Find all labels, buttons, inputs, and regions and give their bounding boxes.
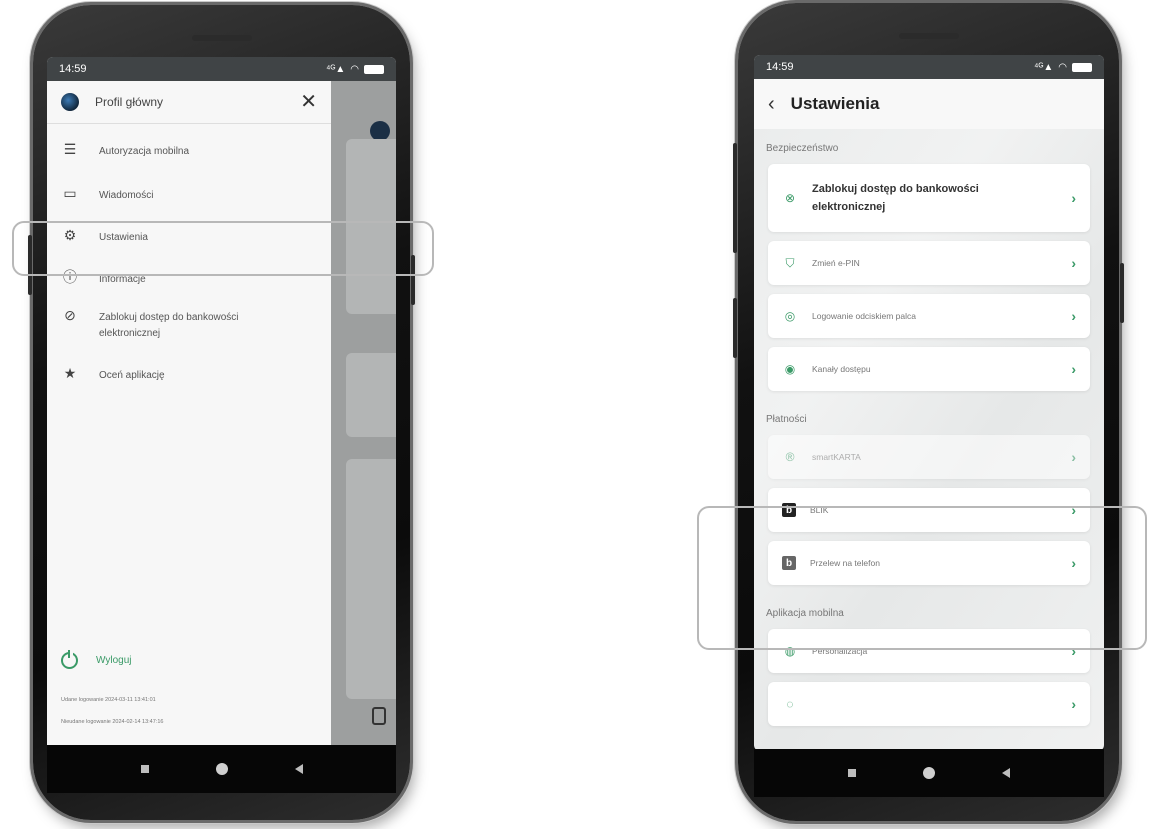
- recent-apps-icon[interactable]: [847, 769, 856, 777]
- top-app-bar: ‹ Ustawienia: [754, 79, 1104, 129]
- battery-icon: [364, 64, 384, 74]
- power-button: [1120, 263, 1124, 323]
- message-icon: ▭: [63, 184, 77, 201]
- access-channels-icon: ◉: [784, 362, 796, 376]
- highlight-blik-section: [697, 506, 1147, 650]
- setting-fingerprint-login[interactable]: ◎ Logowanie odciskiem palca ›: [768, 294, 1090, 338]
- bixby-button: [733, 298, 737, 358]
- smartcard-icon: ®: [785, 450, 795, 464]
- status-bar: 14:59 ⁴ᴳ▲ ◠: [754, 55, 1104, 79]
- partial-icon: ◌: [786, 697, 794, 711]
- avatar: [370, 121, 390, 141]
- menu-item-mobile-auth[interactable]: ☰ Autoryzacja mobilna: [47, 140, 331, 184]
- screen-left: 14:59 ⁴ᴳ▲ ◠ Profil główny ✕ ☰ Autoryzacj…: [47, 57, 396, 751]
- star-icon: ★: [63, 364, 77, 381]
- back-icon[interactable]: [1002, 768, 1011, 778]
- profile-title: Profil główny: [95, 95, 164, 109]
- section-label-payments: Płatności: [766, 414, 807, 425]
- setting-block-access[interactable]: ⊗ Zablokuj dostęp do bankowości elektron…: [768, 164, 1090, 232]
- database-icon[interactable]: [372, 707, 386, 725]
- section-label-security: Bezpieczeństwo: [766, 143, 839, 154]
- android-navbar: [47, 745, 396, 793]
- profile-avatar-icon: [61, 93, 79, 111]
- navigation-drawer: Profil główny ✕ ☰ Autoryzacja mobilna ▭ …: [47, 81, 331, 751]
- block-icon: ⊘: [64, 306, 76, 323]
- volume-button: [733, 143, 737, 253]
- block-circle-icon: ⊗: [784, 191, 796, 205]
- menu-item-block-access[interactable]: ⊘ Zablokuj dostęp do bankowości elektron…: [47, 306, 331, 364]
- drawer-header: Profil główny ✕: [47, 81, 331, 123]
- background-card: [346, 353, 396, 437]
- setting-change-epin[interactable]: ⛉ Zmień e-PIN ›: [768, 241, 1090, 285]
- power-icon: [61, 650, 78, 669]
- recent-apps-icon[interactable]: [140, 765, 149, 773]
- setting-partial-next[interactable]: ◌ ›: [768, 682, 1090, 726]
- speaker: [191, 35, 252, 41]
- logout-button[interactable]: Wyloguj: [61, 650, 132, 669]
- shield-icon: ⛉: [785, 255, 795, 270]
- status-time: 14:59: [766, 61, 794, 73]
- signal-icon: ⁴ᴳ▲: [1034, 61, 1054, 73]
- signal-icon: ⁴ᴳ▲: [326, 63, 346, 75]
- close-icon[interactable]: ✕: [300, 92, 317, 112]
- chevron-right-icon: ›: [1071, 361, 1076, 377]
- chevron-right-icon: ›: [1071, 449, 1076, 465]
- phone-right: 14:59 ⁴ᴳ▲ ◠ ‹ Ustawienia Bezpieczeństwo …: [733, 3, 1124, 821]
- speaker: [898, 33, 959, 39]
- fingerprint-icon: ◎: [784, 309, 796, 323]
- home-icon[interactable]: [922, 767, 935, 779]
- setting-smartkarta[interactable]: ® smartKARTA ›: [768, 435, 1090, 479]
- setting-access-channels[interactable]: ◉ Kanały dostępu ›: [768, 347, 1090, 391]
- battery-icon: [1072, 62, 1092, 72]
- mobile-auth-icon: ☰: [63, 140, 77, 157]
- chevron-right-icon: ›: [1071, 308, 1076, 324]
- logout-label: Wyloguj: [96, 655, 132, 666]
- back-arrow-icon[interactable]: ‹: [768, 93, 775, 116]
- page-title: Ustawienia: [790, 94, 880, 113]
- highlight-settings: [12, 221, 434, 276]
- menu-item-messages[interactable]: ▭ Wiadomości: [47, 184, 331, 226]
- last-login-success: Udane logowanie 2024-03-11 13:41:01: [61, 697, 156, 703]
- android-navbar: [754, 749, 1104, 797]
- status-time: 14:59: [59, 63, 87, 75]
- menu-item-rate-app[interactable]: ★ Oceń aplikację: [47, 364, 331, 404]
- wifi-icon: ◠: [350, 63, 359, 75]
- last-login-failed: Nieudane logowanie 2024-02-14 13:47:16: [61, 719, 164, 725]
- home-icon[interactable]: [215, 763, 228, 775]
- chevron-right-icon: ›: [1071, 255, 1076, 271]
- wifi-icon: ◠: [1058, 61, 1067, 73]
- chevron-right-icon: ›: [1071, 190, 1076, 206]
- background-card: [346, 459, 396, 699]
- chevron-right-icon: ›: [1071, 696, 1076, 712]
- phone-left: 14:59 ⁴ᴳ▲ ◠ Profil główny ✕ ☰ Autoryzacj…: [28, 5, 415, 820]
- status-bar: 14:59 ⁴ᴳ▲ ◠: [47, 57, 396, 81]
- back-icon[interactable]: [294, 764, 303, 774]
